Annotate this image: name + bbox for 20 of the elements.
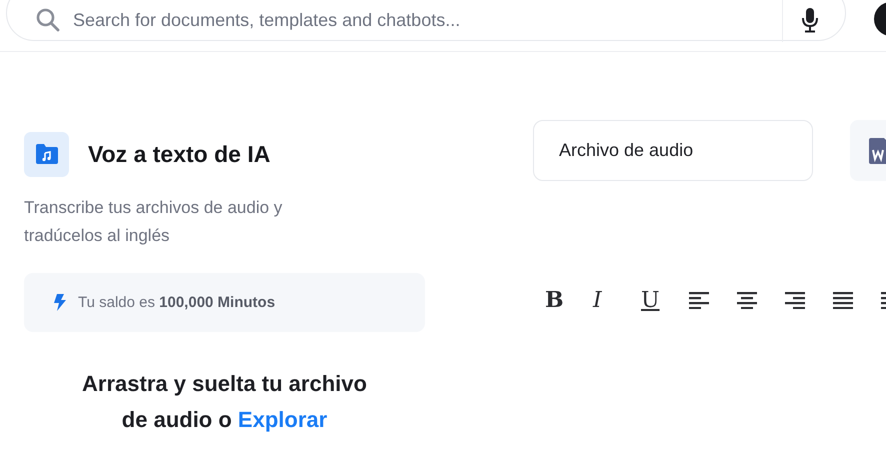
word-document-icon bbox=[869, 138, 886, 164]
align-right-icon[interactable] bbox=[785, 291, 805, 309]
search-icon bbox=[35, 7, 61, 33]
microphone-icon[interactable] bbox=[801, 7, 819, 33]
tool-description: Transcribe tus archivos de audio y tradúcelos al inglés bbox=[24, 197, 284, 247]
align-center-icon[interactable] bbox=[737, 291, 757, 309]
balance-text: Tu saldo es 100,000 Minutos bbox=[78, 294, 276, 311]
italic-button[interactable]: I bbox=[593, 285, 641, 315]
folder-music-icon bbox=[24, 132, 69, 176]
align-justify-icon[interactable] bbox=[833, 291, 853, 309]
search-field[interactable]: Search for documents, templates and chatbots... bbox=[6, 0, 846, 41]
underline-button[interactable]: U bbox=[641, 285, 689, 315]
tool-title: Voz a texto de IA bbox=[88, 140, 270, 168]
align-left-icon[interactable] bbox=[689, 291, 709, 309]
file-name-field[interactable]: Archivo de audio bbox=[533, 120, 813, 181]
bold-button[interactable]: B bbox=[545, 285, 593, 315]
browse-link[interactable]: Explorar bbox=[238, 407, 328, 432]
search-input: Search for documents, templates and chatbots... bbox=[73, 10, 782, 30]
lightning-icon bbox=[54, 294, 66, 311]
drop-instructions: Arrastra y suelta tu archivo de audio o Explorar bbox=[81, 370, 368, 434]
